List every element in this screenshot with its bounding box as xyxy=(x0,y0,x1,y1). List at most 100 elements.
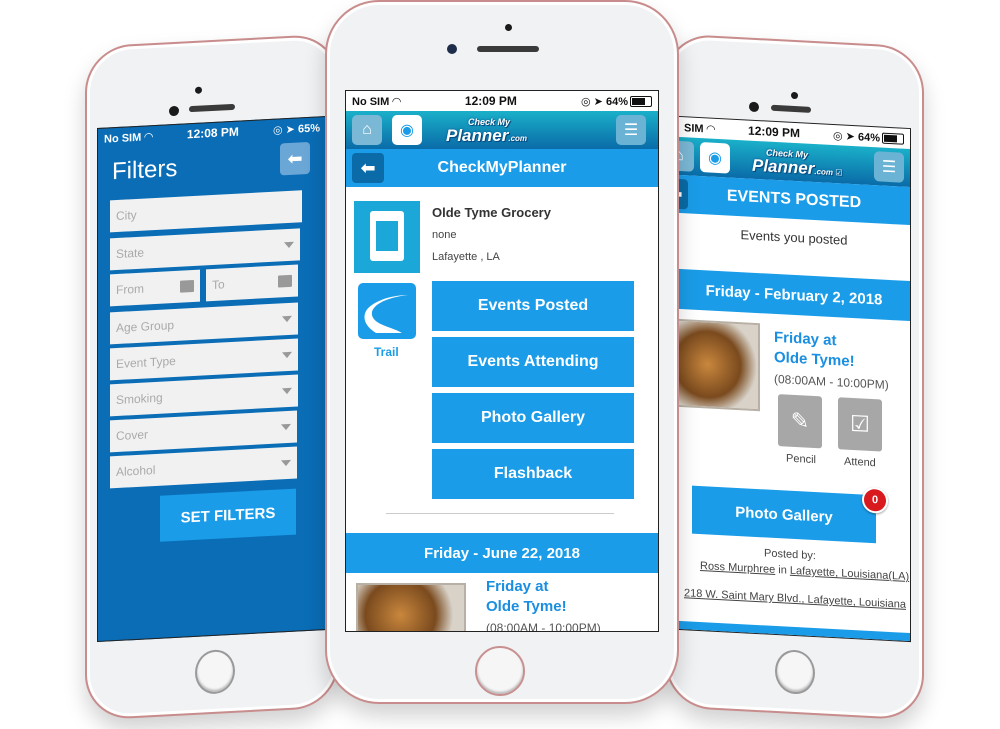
carrier-label: No SIM xyxy=(352,95,390,108)
venue-description: none xyxy=(432,229,457,241)
battery-icon xyxy=(881,132,904,145)
camera-button[interactable]: ◉ xyxy=(700,142,730,174)
wifi-icon: ◠ xyxy=(706,122,716,136)
city-input[interactable]: City xyxy=(110,190,302,233)
pencil-button[interactable]: ✎ xyxy=(778,394,822,449)
camera-icon: ◉ xyxy=(400,122,414,139)
back-button[interactable]: ⬅ xyxy=(280,141,310,176)
pencil-label: Pencil xyxy=(786,452,816,467)
menu-button[interactable]: ☰ xyxy=(874,151,904,183)
event-title-link[interactable]: Friday at Olde Tyme! xyxy=(774,328,855,372)
status-time: 12:08 PM xyxy=(186,124,239,142)
home-nav-button[interactable]: ⌂ xyxy=(352,115,382,145)
flashback-button[interactable]: Flashback xyxy=(432,449,634,499)
app-header: ⌂ ◉ Check My Planner.com ☰ xyxy=(346,111,658,149)
event-date-header: Friday - June 22, 2018 xyxy=(346,533,658,573)
calendar-icon xyxy=(180,279,194,293)
photo-count-badge: 0 xyxy=(862,486,888,514)
battery-icon xyxy=(629,96,652,108)
event-title-line1: Friday at xyxy=(774,328,837,350)
location-icon: ➤ xyxy=(285,123,295,136)
venue-location: Lafayette , LA xyxy=(432,251,500,263)
events-posted-button[interactable]: Events Posted xyxy=(432,281,634,331)
to-date-input[interactable]: To xyxy=(206,264,298,302)
event-title-link[interactable]: Friday at Olde Tyme! xyxy=(486,577,567,617)
smoking-placeholder: Smoking xyxy=(116,390,163,408)
poster-location-link[interactable]: Lafayette, Louisiana(LA) xyxy=(790,565,909,583)
set-filters-button[interactable]: SET FILTERS xyxy=(160,488,296,542)
phone-right: SIM ◠ 12:09 PM ◎ ➤ 64% ⌂ ◉ SIMCheck MyPl… xyxy=(665,33,924,721)
sensor-dot xyxy=(505,24,512,31)
events-attending-button[interactable]: Events Attending xyxy=(432,337,634,387)
smoking-select[interactable]: Smoking xyxy=(110,374,298,417)
chevron-down-icon xyxy=(281,423,291,431)
home-button[interactable] xyxy=(195,648,235,695)
alcohol-select[interactable]: Alcohol xyxy=(110,446,297,489)
battery-percent: 65% xyxy=(297,121,320,135)
venue-screen: No SIM ◠ 12:09 PM ◎ ➤ 64% ⌂ ◉ Check My Pl… xyxy=(345,90,659,632)
address-link[interactable]: 218 W. Saint Mary Blvd., Lafayette, Loui… xyxy=(684,587,906,611)
chevron-down-icon xyxy=(282,351,292,359)
arrow-left-icon: ⬅ xyxy=(360,157,376,178)
event-time: (08:00AM - 10:00PM) xyxy=(774,371,889,392)
wifi-icon: ◠ xyxy=(392,95,401,108)
status-bar: No SIM ◠ 12:09 PM ◎ ➤ 64% xyxy=(346,91,658,111)
event-photo[interactable] xyxy=(677,318,760,412)
state-placeholder: State xyxy=(116,245,145,262)
lock-rotation-icon: ◎ xyxy=(581,95,591,108)
alcohol-placeholder: Alcohol xyxy=(116,462,156,480)
calendar-icon xyxy=(278,274,292,288)
section-divider xyxy=(386,513,614,514)
from-placeholder: From xyxy=(116,281,144,298)
event-date-header: Friday - February 2, 2018 xyxy=(678,268,910,322)
home-button[interactable] xyxy=(475,646,525,696)
camera-button[interactable]: ◉ xyxy=(392,115,422,145)
front-camera xyxy=(169,105,179,117)
cover-select[interactable]: Cover xyxy=(110,410,297,453)
state-select[interactable]: State xyxy=(110,228,300,271)
poster-link[interactable]: Ross Murphree xyxy=(700,560,775,576)
venue-name: Olde Tyme Grocery xyxy=(432,205,551,220)
page-title: EVENTS POSTED xyxy=(726,187,862,212)
carrier-label: No SIM xyxy=(104,131,142,146)
in-word: in xyxy=(778,564,787,577)
front-camera xyxy=(447,44,457,54)
status-time: 12:09 PM xyxy=(464,94,517,108)
app-logo: SIMCheck MyPlanner.com ☑ xyxy=(752,147,843,179)
carrier-label: SIM xyxy=(684,121,704,135)
filters-screen: No SIM ◠ 12:08 PM ◎ ➤ 65% Filters ⬅ City… xyxy=(97,115,327,643)
event-time: (08:00AM - 10:00PM) xyxy=(486,621,601,632)
from-date-input[interactable]: From xyxy=(110,269,200,307)
hamburger-menu-icon: ☰ xyxy=(623,122,639,139)
logo-suffix: .com xyxy=(508,134,528,143)
age-group-select[interactable]: Age Group xyxy=(110,302,298,345)
arrow-left-icon: ⬅ xyxy=(287,147,303,169)
hamburger-menu-icon: ☰ xyxy=(881,158,897,177)
photo-gallery-button[interactable]: Photo Gallery xyxy=(692,485,876,544)
checkbox-icon: ☑ xyxy=(850,410,870,437)
sensor-dot xyxy=(791,91,798,100)
attend-button[interactable]: ☑ xyxy=(838,397,882,452)
earpiece-speaker xyxy=(477,46,539,52)
back-button[interactable]: ⬅ xyxy=(352,153,384,183)
menu-button[interactable]: ☰ xyxy=(616,115,646,145)
posted-by-label: Posted by: xyxy=(764,547,816,563)
attend-label: Attend xyxy=(844,455,876,470)
event-type-select[interactable]: Event Type xyxy=(110,338,298,381)
logo-line2: Planner xyxy=(446,126,509,145)
home-icon: ⌂ xyxy=(362,121,372,138)
page-title: CheckMyPlanner xyxy=(437,159,567,176)
event-photo[interactable] xyxy=(356,583,466,631)
photo-gallery-button[interactable]: Photo Gallery xyxy=(432,393,634,443)
trail-button[interactable] xyxy=(358,283,416,339)
chevron-down-icon xyxy=(284,241,294,249)
home-nav-button[interactable]: ⌂ xyxy=(677,140,694,172)
page-header: ⬅ CheckMyPlanner xyxy=(346,149,658,187)
sensor-dot xyxy=(195,86,202,94)
home-button[interactable] xyxy=(775,648,815,696)
events-posted-screen: SIM ◠ 12:09 PM ◎ ➤ 64% ⌂ ◉ SIMCheck MyPl… xyxy=(677,115,911,643)
page-title: Filters xyxy=(112,154,178,186)
age-group-placeholder: Age Group xyxy=(116,317,175,336)
event-title-line2: Olde Tyme! xyxy=(486,598,567,615)
chevron-down-icon xyxy=(282,387,292,395)
